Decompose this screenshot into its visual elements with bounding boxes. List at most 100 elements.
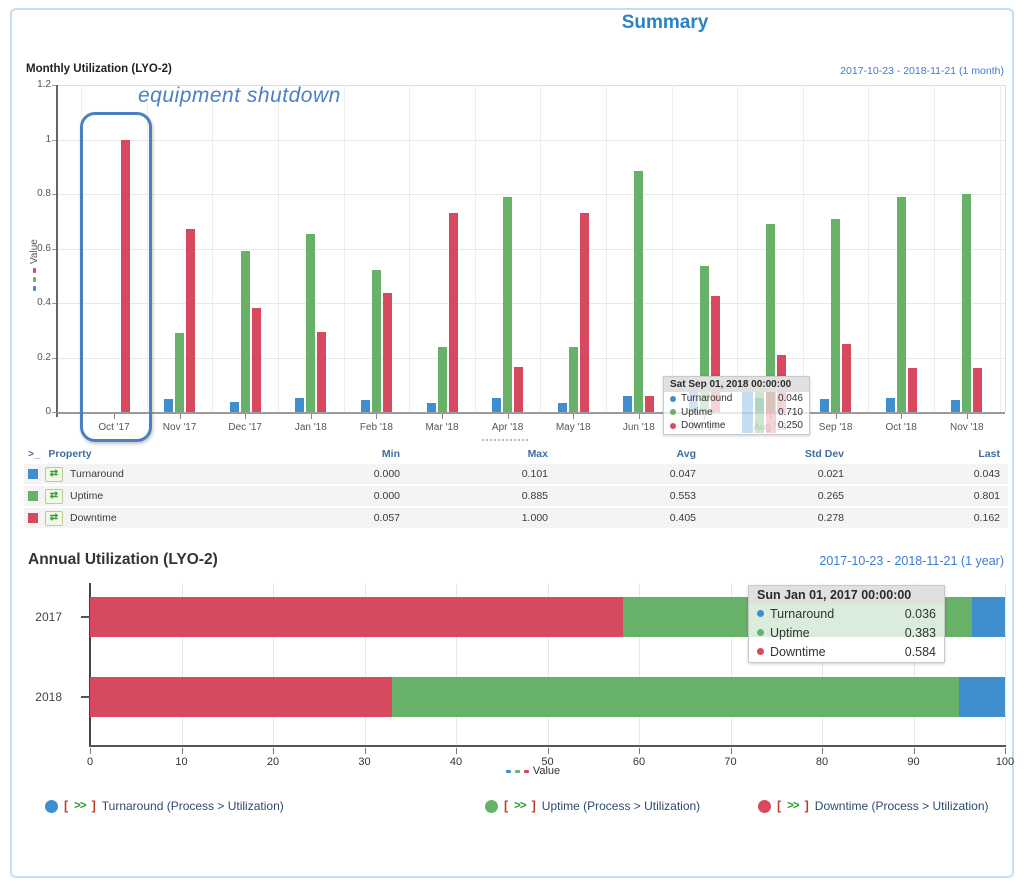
tooltip-series-value: 0.250 bbox=[778, 420, 803, 431]
bar-downtime-Oct18[interactable] bbox=[908, 368, 917, 412]
equipment-shutdown-annotation: equipment shutdown bbox=[138, 84, 341, 108]
bar-turnaround-Mar18[interactable] bbox=[427, 403, 436, 412]
series-color-swatch[interactable] bbox=[28, 469, 38, 479]
bar-uptime-Dec17[interactable] bbox=[241, 251, 250, 412]
bar-segment-turnaround-2017[interactable] bbox=[972, 597, 1005, 637]
x-axis-tick bbox=[822, 748, 823, 754]
monthly-tooltip-header: Sat Sep 01, 2018 00:00:00 bbox=[664, 377, 809, 392]
bar-uptime-Jun18[interactable] bbox=[634, 171, 643, 412]
annual-tooltip-row: Downtime 0.584 bbox=[749, 642, 944, 661]
bar-turnaround-Nov17[interactable] bbox=[164, 399, 173, 412]
swap-arrows-icon[interactable]: ⇄ bbox=[45, 489, 63, 504]
bar-uptime-Oct18[interactable] bbox=[897, 197, 906, 412]
bar-segment-uptime-2018[interactable] bbox=[392, 677, 959, 717]
bar-uptime-Apr18[interactable] bbox=[503, 197, 512, 412]
gridline-horizontal bbox=[57, 358, 1005, 359]
table-row-turnaround[interactable]: ⇄ Turnaround 0.000 0.101 0.047 0.021 0.0… bbox=[24, 464, 1008, 484]
bar-turnaround-Jun18[interactable] bbox=[623, 396, 632, 412]
uptime-dot-icon bbox=[757, 629, 764, 636]
bar-downtime-May18[interactable] bbox=[580, 213, 589, 412]
legend-item-turnaround[interactable]: [ >> ] Turnaround (Process > Utilization… bbox=[45, 798, 284, 814]
x-axis-tick-label: 90 bbox=[898, 756, 930, 768]
avg-value: 0.553 bbox=[556, 490, 704, 502]
bar-downtime-Nov17[interactable] bbox=[186, 229, 195, 412]
bar-turnaround-May18[interactable] bbox=[558, 403, 567, 412]
bar-downtime-Jan18[interactable] bbox=[317, 332, 326, 412]
gridline-vertical bbox=[934, 85, 935, 412]
bar-downtime-Dec17[interactable] bbox=[252, 308, 261, 412]
legend-label: Uptime (Process > Utilization) bbox=[542, 799, 700, 813]
bar-segment-downtime-2017[interactable] bbox=[90, 597, 623, 637]
column-header-stddev[interactable]: Std Dev bbox=[704, 448, 852, 460]
series-dash-turnaround-icon bbox=[506, 770, 511, 773]
bar-turnaround-Sep18[interactable] bbox=[820, 399, 829, 412]
column-header-max[interactable]: Max bbox=[408, 448, 556, 460]
x-axis-tick-label: 30 bbox=[349, 756, 381, 768]
bar-downtime-Feb18[interactable] bbox=[383, 293, 392, 412]
column-header-last[interactable]: Last bbox=[852, 448, 1008, 460]
monthly-tooltip-row: Turnaround 0.046 bbox=[664, 392, 809, 406]
y-axis-tick-label: 0.4 bbox=[15, 297, 51, 308]
tooltip-series-value: 0.383 bbox=[905, 626, 936, 640]
table-resize-drag-handle[interactable] bbox=[482, 439, 528, 441]
bar-turnaround-Feb18[interactable] bbox=[361, 400, 370, 412]
bar-uptime-Nov18[interactable] bbox=[962, 194, 971, 412]
tooltip-series-name: Uptime bbox=[681, 407, 713, 418]
table-row-downtime[interactable]: ⇄ Downtime 0.057 1.000 0.405 0.278 0.162 bbox=[24, 508, 1008, 528]
annual-x-axis-label-text: Value bbox=[533, 765, 560, 777]
last-value: 0.801 bbox=[852, 490, 1008, 502]
bar-downtime-Jun18[interactable] bbox=[645, 396, 654, 412]
legend-item-downtime[interactable]: [ >> ] Downtime (Process > Utilization) bbox=[758, 798, 989, 814]
series-dash-downtime-icon bbox=[33, 268, 36, 273]
series-color-swatch[interactable] bbox=[28, 513, 38, 523]
downtime-dot-icon bbox=[757, 648, 764, 655]
annual-x-axis-label: Value bbox=[468, 764, 598, 778]
bar-turnaround-Nov18[interactable] bbox=[951, 400, 960, 412]
bar-turnaround-Dec17[interactable] bbox=[230, 402, 239, 412]
tooltip-series-name: Downtime bbox=[770, 645, 826, 659]
table-row-uptime[interactable]: ⇄ Uptime 0.000 0.885 0.553 0.265 0.801 bbox=[24, 486, 1008, 506]
bar-uptime-Mar18[interactable] bbox=[438, 347, 447, 412]
gridline-vertical bbox=[540, 85, 541, 412]
column-header-min[interactable]: Min bbox=[260, 448, 408, 460]
y-axis-tick-label: 0 bbox=[15, 406, 51, 417]
bar-uptime-May18[interactable] bbox=[569, 347, 578, 412]
x-axis-tick-label: 0 bbox=[74, 756, 106, 768]
gridline-vertical bbox=[1005, 583, 1006, 745]
bracket-close: ] bbox=[532, 799, 536, 813]
uptime-dot-icon bbox=[485, 800, 498, 813]
bar-turnaround-Oct18[interactable] bbox=[886, 398, 895, 412]
min-value: 0.000 bbox=[260, 490, 408, 502]
avg-value: 0.047 bbox=[556, 468, 704, 480]
x-axis-tick-label: 80 bbox=[806, 756, 838, 768]
legend-label: Downtime (Process > Utilization) bbox=[815, 799, 989, 813]
x-axis-tick bbox=[180, 414, 181, 419]
bar-downtime-Mar18[interactable] bbox=[449, 213, 458, 412]
bar-turnaround-Apr18[interactable] bbox=[492, 398, 501, 412]
bar-uptime-Jan18[interactable] bbox=[306, 234, 315, 412]
x-axis-tick bbox=[90, 748, 91, 754]
bar-turnaround-Jan18[interactable] bbox=[295, 398, 304, 412]
bar-downtime-Nov18[interactable] bbox=[973, 368, 982, 412]
legend-item-uptime[interactable]: [ >> ] Uptime (Process > Utilization) bbox=[485, 798, 700, 814]
x-axis-tick bbox=[442, 414, 443, 419]
tooltip-series-name: Turnaround bbox=[770, 607, 834, 621]
swap-arrows-icon[interactable]: ⇄ bbox=[45, 511, 63, 526]
bar-uptime-Feb18[interactable] bbox=[372, 270, 381, 412]
console-prompt-icon[interactable]: >_ bbox=[28, 449, 41, 460]
bar-segment-turnaround-2018[interactable] bbox=[959, 677, 1005, 717]
gridline-vertical bbox=[803, 85, 804, 412]
column-header-property[interactable]: Property bbox=[48, 448, 91, 460]
swap-arrows-icon[interactable]: ⇄ bbox=[45, 467, 63, 482]
column-header-avg[interactable]: Avg bbox=[556, 448, 704, 460]
series-color-swatch[interactable] bbox=[28, 491, 38, 501]
bar-uptime-Nov17[interactable] bbox=[175, 333, 184, 412]
bar-segment-downtime-2018[interactable] bbox=[90, 677, 392, 717]
x-axis-tick bbox=[639, 748, 640, 754]
x-axis-tick bbox=[639, 414, 640, 419]
gridline-vertical bbox=[1000, 85, 1001, 412]
bar-uptime-Sep18[interactable] bbox=[831, 219, 840, 412]
series-dash-turnaround-icon bbox=[33, 286, 36, 291]
bar-downtime-Apr18[interactable] bbox=[514, 367, 523, 412]
bar-downtime-Sep18[interactable] bbox=[842, 344, 851, 412]
